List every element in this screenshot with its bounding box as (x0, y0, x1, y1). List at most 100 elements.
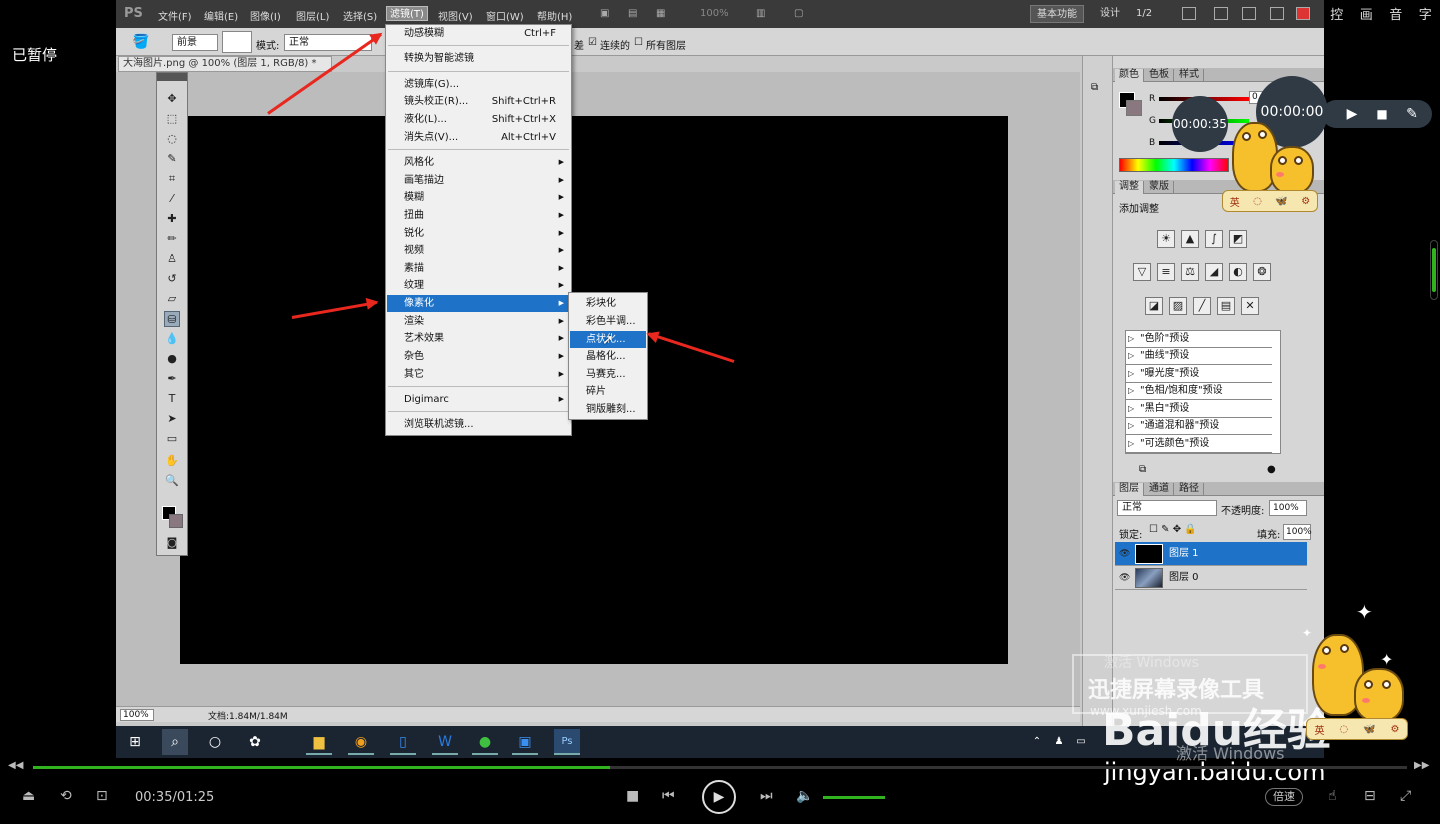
submenu-crystallize[interactable]: 晶格化... (570, 348, 646, 365)
menu-item-stylize[interactable]: 风格化 ▶ (387, 154, 570, 171)
search-icon[interactable]: ⌕ (162, 729, 188, 755)
crop-tool-icon[interactable]: ⌗ (164, 171, 180, 187)
eraser-tool-icon[interactable]: ▱ (164, 291, 180, 307)
dodge-tool-icon[interactable]: ● (164, 351, 180, 367)
eject-icon[interactable]: ⏏ (22, 788, 35, 804)
zoom-level[interactable]: 100% (700, 8, 729, 19)
color-balance-icon[interactable]: ⚖ (1181, 263, 1199, 281)
subtitle-icon[interactable]: ⊡ (96, 788, 108, 804)
menu-help[interactable]: 帮助(H) (537, 8, 572, 23)
hand-tool-icon[interactable]: ✋ (164, 453, 180, 469)
preset-levels[interactable]: "色阶"预设 (1126, 331, 1272, 348)
menu-item-brush-strokes[interactable]: 画笔描边 ▶ (387, 172, 570, 189)
hue-saturation-icon[interactable]: ≡ (1157, 263, 1175, 281)
gradient-map-icon[interactable]: ▤ (1217, 297, 1235, 315)
all-layers-checkbox[interactable]: ☐ (634, 37, 643, 48)
tab-adjustments[interactable]: 调整 (1115, 181, 1144, 194)
preset-exposure[interactable]: "曝光度"预设 (1126, 366, 1272, 383)
menu-item-vanishing-point[interactable]: 消失点(V)... Alt+Ctrl+V (387, 129, 570, 146)
tab-swatches[interactable]: 色板 (1145, 69, 1174, 82)
file-explorer-icon[interactable]: ▆ (306, 729, 332, 755)
submenu-mezzotint[interactable]: 铜版雕刻... (570, 401, 646, 418)
quick-mask-icon[interactable]: ◙ (164, 535, 180, 551)
menu-item-video[interactable]: 视频 ▶ (387, 242, 570, 259)
badge-gear[interactable]: ⚙ (1391, 724, 1400, 735)
workspace-more-button[interactable]: 1/2 (1130, 5, 1158, 23)
loop-icon[interactable]: ⟲ (60, 788, 72, 804)
play-button[interactable]: ▶ (702, 780, 736, 814)
playback-progress[interactable] (33, 766, 1407, 769)
submenu-color-halftone[interactable]: 彩色半调... (570, 313, 646, 330)
eyedropper-tool-icon[interactable]: ⁄ (164, 191, 180, 207)
arrange-icon[interactable]: ▥ (756, 8, 765, 19)
windows-start-icon[interactable]: ⊞ (122, 729, 148, 755)
color-spectrum[interactable] (1119, 158, 1229, 172)
badge-moon[interactable]: ◌ (1253, 196, 1262, 207)
document-tab[interactable]: 大海图片.png @ 100% (图层 1, RGB/8) * (118, 56, 332, 72)
fill-field[interactable]: 100% (1283, 524, 1312, 540)
badge-english[interactable]: 英 (1314, 722, 1324, 737)
seek-back-icon[interactable]: ◀◀ (8, 760, 23, 771)
brightness-icon[interactable]: ☀ (1157, 230, 1175, 248)
layer-row[interactable]: 👁 图层 1 (1115, 542, 1307, 566)
menu-item-browse-online[interactable]: 浏览联机滤镜... (387, 416, 570, 433)
fill-source-select[interactable]: 前景 (172, 34, 218, 51)
bridge-icon[interactable]: ▣ (600, 8, 609, 19)
seek-forward-icon[interactable]: ▶▶ (1414, 760, 1429, 771)
history-panel-icon[interactable]: ⧉ (1091, 82, 1105, 96)
menu-filter[interactable]: 滤镜(T) (386, 6, 428, 21)
screen-mode-icon[interactable]: ▢ (794, 8, 803, 19)
contiguous-checkbox[interactable]: ☑ (588, 37, 597, 48)
brush-tool-icon[interactable]: ✏ (164, 231, 180, 247)
menu-item-sketch[interactable]: 素描 ▶ (387, 260, 570, 277)
browser-icon[interactable]: ◉ (348, 729, 374, 755)
cs-live-icon[interactable] (1270, 7, 1284, 20)
black-white-icon[interactable]: ◢ (1205, 263, 1223, 281)
audio-tool[interactable]: 音 (1389, 4, 1402, 26)
paint-bucket-tool-icon[interactable]: ⛁ (164, 311, 180, 327)
tray-battery-icon[interactable]: ▭ (1068, 729, 1094, 755)
posterize-icon[interactable]: ▨ (1169, 297, 1187, 315)
badge-butterfly[interactable]: 🦋 (1363, 724, 1375, 735)
menu-item-pixelate[interactable]: 像素化 ▶ (387, 295, 570, 312)
menu-item-liquify[interactable]: 液化(L)... Shift+Ctrl+X (387, 111, 570, 128)
preset-channel-mixer[interactable]: "通道混和器"预设 (1126, 418, 1272, 435)
background-color-swatch[interactable] (169, 514, 183, 528)
workspace-design-button[interactable]: 设计 (1094, 5, 1126, 23)
menu-item-digimarc[interactable]: Digimarc ▶ (387, 391, 570, 408)
menu-item-texture[interactable]: 纹理 ▶ (387, 277, 570, 294)
visibility-eye-icon[interactable]: 👁 (1119, 572, 1131, 584)
curves-icon[interactable]: ∫ (1205, 230, 1223, 248)
menu-edit[interactable]: 编辑(E) (204, 8, 238, 23)
submenu-facet[interactable]: 彩块化 (570, 295, 646, 312)
tab-color[interactable]: 颜色 (1115, 69, 1144, 82)
path-select-tool-icon[interactable]: ➤ (164, 411, 180, 427)
screen-recorder-icon[interactable]: ▣ (512, 729, 538, 755)
photo-filter-icon[interactable]: ◐ (1229, 263, 1247, 281)
paint-bucket-icon[interactable]: 🪣 (132, 34, 149, 50)
layer-blend-mode-select[interactable]: 正常 (1117, 500, 1217, 516)
stamp-tool-icon[interactable]: ♙ (164, 251, 180, 267)
recorder-stop-icon[interactable]: ■ (1372, 104, 1392, 124)
window-minimize-icon[interactable] (1182, 7, 1196, 20)
tab-paths[interactable]: 路径 (1175, 483, 1204, 496)
pen-tool-icon[interactable]: ✒ (164, 371, 180, 387)
volume-slider[interactable] (823, 796, 885, 799)
shape-tool-icon[interactable]: ▭ (164, 431, 180, 447)
photoshop-taskbar-icon[interactable]: Ps (554, 729, 580, 755)
healing-tool-icon[interactable]: ✚ (164, 211, 180, 227)
levels-icon[interactable]: ▲ (1181, 230, 1199, 248)
adjustment-clip-icon[interactable]: ⧉ (1139, 464, 1146, 475)
threshold-icon[interactable]: ╱ (1193, 297, 1211, 315)
menu-item-blur[interactable]: 模糊 ▶ (387, 189, 570, 206)
tab-channels[interactable]: 通道 (1145, 483, 1174, 496)
tab-styles[interactable]: 样式 (1175, 69, 1204, 82)
menu-item-noise[interactable]: 杂色 ▶ (387, 348, 570, 365)
app-green-icon[interactable]: ● (472, 729, 498, 755)
layer-row[interactable]: 👁 图层 0 (1115, 566, 1307, 590)
recorder-play-icon[interactable]: ▶ (1342, 104, 1362, 124)
color-panel-background[interactable] (1126, 100, 1142, 116)
quick-select-tool-icon[interactable]: ✎ (164, 151, 180, 167)
tab-layers[interactable]: 图层 (1115, 483, 1144, 496)
invert-icon[interactable]: ◪ (1145, 297, 1163, 315)
